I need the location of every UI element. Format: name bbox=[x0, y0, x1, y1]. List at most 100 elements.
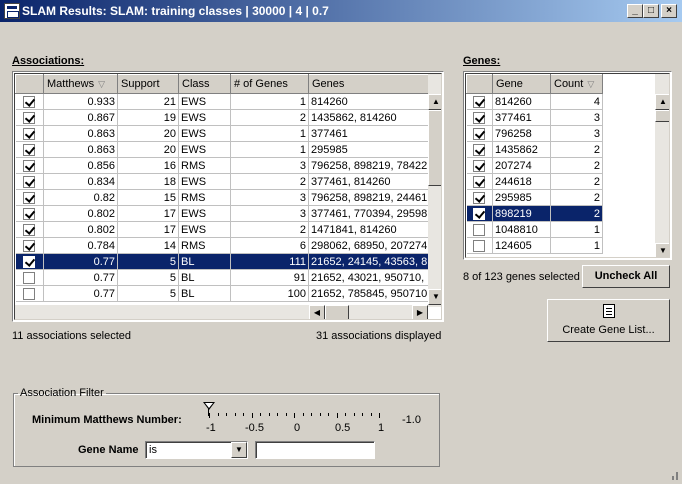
scroll-up-icon[interactable]: ▲ bbox=[655, 94, 669, 110]
associations-vertical-scrollbar[interactable]: ▲ ▼ bbox=[428, 74, 441, 307]
row-checkbox-cell[interactable] bbox=[466, 157, 493, 174]
table-row[interactable]: 0.77 5 BL 111 21652, 24145, 43563, 8 bbox=[15, 253, 429, 270]
row-checkbox-cell[interactable] bbox=[15, 253, 44, 270]
row-checkbox-cell[interactable] bbox=[466, 205, 493, 222]
row-checkbox[interactable] bbox=[473, 95, 486, 108]
column-header-support[interactable]: Support bbox=[117, 74, 179, 94]
column-header-matthews[interactable]: Matthews ▽ bbox=[43, 74, 118, 94]
table-row[interactable]: 295985 2 bbox=[466, 189, 603, 206]
uncheck-all-button[interactable]: Uncheck All bbox=[582, 265, 670, 288]
row-checkbox[interactable] bbox=[23, 271, 36, 284]
row-checkbox-cell[interactable] bbox=[15, 237, 44, 254]
row-checkbox[interactable] bbox=[23, 143, 36, 156]
row-checkbox[interactable] bbox=[473, 175, 486, 188]
row-checkbox[interactable] bbox=[473, 223, 486, 236]
maximize-button[interactable]: □ bbox=[643, 4, 659, 18]
scroll-up-icon[interactable]: ▲ bbox=[428, 94, 441, 110]
row-checkbox[interactable] bbox=[23, 159, 36, 172]
chevron-down-icon[interactable]: ▼ bbox=[231, 442, 247, 458]
title-bar[interactable]: SLAM Results: SLAM: training classes | 3… bbox=[0, 0, 682, 22]
scroll-down-icon[interactable]: ▼ bbox=[428, 289, 441, 305]
row-checkbox[interactable] bbox=[23, 191, 36, 204]
row-checkbox-cell[interactable] bbox=[15, 125, 44, 142]
genes-vertical-scrollbar[interactable]: ▲ ▼ bbox=[655, 74, 669, 257]
row-checkbox[interactable] bbox=[473, 143, 486, 156]
scroll-thumb[interactable] bbox=[428, 110, 441, 186]
column-header-num-genes[interactable]: # of Genes bbox=[230, 74, 309, 94]
table-row[interactable]: 0.82 15 RMS 3 796258, 898219, 24461 bbox=[15, 189, 429, 206]
table-row[interactable]: 814260 4 bbox=[466, 93, 603, 110]
scroll-right-icon[interactable]: ▶ bbox=[412, 305, 428, 319]
row-checkbox-cell[interactable] bbox=[15, 141, 44, 158]
row-checkbox[interactable] bbox=[23, 95, 36, 108]
table-row[interactable]: 1435862 2 bbox=[466, 141, 603, 158]
row-checkbox-cell[interactable] bbox=[466, 125, 493, 142]
row-checkbox-cell[interactable] bbox=[466, 237, 493, 254]
scroll-left-icon[interactable]: ◀ bbox=[309, 305, 325, 319]
table-row[interactable]: 0.77 5 BL 91 21652, 43021, 950710, bbox=[15, 269, 429, 286]
row-checkbox[interactable] bbox=[23, 287, 36, 300]
minimize-button[interactable]: _ bbox=[627, 4, 643, 18]
column-header-gene[interactable]: Gene bbox=[492, 74, 551, 94]
create-gene-list-button[interactable]: Create Gene List... bbox=[547, 299, 670, 342]
row-checkbox[interactable] bbox=[473, 159, 486, 172]
associations-horizontal-scrollbar[interactable]: ◀ ▶ bbox=[15, 305, 428, 319]
table-row[interactable]: 0.77 5 BL 100 21652, 785845, 950710 bbox=[15, 285, 429, 302]
close-button[interactable]: × bbox=[661, 4, 677, 18]
column-header-genes[interactable]: Genes bbox=[308, 74, 429, 94]
gene-name-mode-select[interactable]: is ▼ bbox=[145, 441, 248, 459]
row-checkbox-cell[interactable] bbox=[466, 141, 493, 158]
row-checkbox-cell[interactable] bbox=[15, 93, 44, 110]
column-header-count[interactable]: Count ▽ bbox=[550, 74, 603, 94]
row-checkbox[interactable] bbox=[23, 239, 36, 252]
row-checkbox[interactable] bbox=[23, 255, 36, 268]
table-row[interactable]: 796258 3 bbox=[466, 125, 603, 142]
row-checkbox-cell[interactable] bbox=[466, 93, 493, 110]
row-checkbox-cell[interactable] bbox=[466, 189, 493, 206]
row-checkbox[interactable] bbox=[473, 191, 486, 204]
table-row[interactable]: 0.856 16 RMS 3 796258, 898219, 78422 bbox=[15, 157, 429, 174]
row-checkbox[interactable] bbox=[473, 207, 486, 220]
table-row[interactable]: 0.863 20 EWS 1 377461 bbox=[15, 125, 429, 142]
row-checkbox-cell[interactable] bbox=[15, 285, 44, 302]
row-checkbox[interactable] bbox=[23, 175, 36, 188]
table-row[interactable]: 0.933 21 EWS 1 814260 bbox=[15, 93, 429, 110]
row-checkbox-cell[interactable] bbox=[466, 221, 493, 238]
row-checkbox-cell[interactable] bbox=[15, 109, 44, 126]
row-checkbox[interactable] bbox=[23, 223, 36, 236]
table-row[interactable]: 1048810 1 bbox=[466, 221, 603, 238]
table-row[interactable]: 124605 1 bbox=[466, 237, 603, 254]
row-checkbox[interactable] bbox=[23, 127, 36, 140]
table-row[interactable]: 0.867 19 EWS 2 1435862, 814260 bbox=[15, 109, 429, 126]
table-row[interactable]: 0.784 14 RMS 6 298062, 68950, 207274 bbox=[15, 237, 429, 254]
resize-grip-icon[interactable] bbox=[668, 470, 680, 482]
table-row[interactable]: 898219 2 bbox=[466, 205, 603, 222]
scroll-thumb[interactable] bbox=[655, 110, 669, 122]
column-header-class[interactable]: Class bbox=[178, 74, 231, 94]
hscroll-thumb[interactable] bbox=[325, 305, 349, 319]
row-checkbox-cell[interactable] bbox=[466, 109, 493, 126]
row-checkbox-cell[interactable] bbox=[15, 173, 44, 190]
row-checkbox[interactable] bbox=[23, 111, 36, 124]
table-row[interactable]: 377461 3 bbox=[466, 109, 603, 126]
associations-table[interactable]: Matthews ▽ Support Class # of Genes Genes… bbox=[12, 71, 444, 322]
scroll-down-icon[interactable]: ▼ bbox=[655, 243, 669, 257]
row-checkbox-cell[interactable] bbox=[15, 221, 44, 238]
column-header-check[interactable] bbox=[15, 74, 44, 94]
row-checkbox[interactable] bbox=[473, 111, 486, 124]
row-checkbox[interactable] bbox=[473, 239, 486, 252]
table-row[interactable]: 0.802 17 EWS 2 1471841, 814260 bbox=[15, 221, 429, 238]
table-row[interactable]: 244618 2 bbox=[466, 173, 603, 190]
genes-table[interactable]: Gene Count ▽ 814260 4 377461 3 796258 3 1435862… bbox=[463, 71, 672, 260]
row-checkbox[interactable] bbox=[473, 127, 486, 140]
table-row[interactable]: 0.863 20 EWS 1 295985 bbox=[15, 141, 429, 158]
row-checkbox-cell[interactable] bbox=[466, 173, 493, 190]
row-checkbox-cell[interactable] bbox=[15, 205, 44, 222]
row-checkbox-cell[interactable] bbox=[15, 189, 44, 206]
row-checkbox-cell[interactable] bbox=[15, 157, 44, 174]
table-row[interactable]: 0.834 18 EWS 2 377461, 814260 bbox=[15, 173, 429, 190]
table-row[interactable]: 207274 2 bbox=[466, 157, 603, 174]
column-header-check[interactable] bbox=[466, 74, 493, 94]
row-checkbox-cell[interactable] bbox=[15, 269, 44, 286]
table-row[interactable]: 0.802 17 EWS 3 377461, 770394, 29598 bbox=[15, 205, 429, 222]
